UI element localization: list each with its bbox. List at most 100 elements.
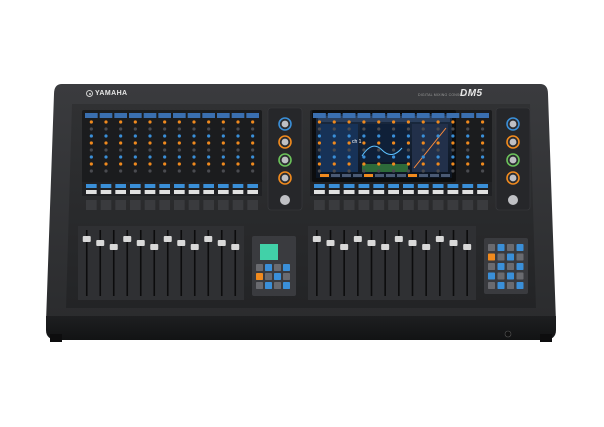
strip-select-button[interactable] (144, 184, 156, 188)
strip-select-button[interactable] (388, 184, 399, 188)
strip-cue-button[interactable] (447, 200, 459, 210)
keypad-key[interactable] (256, 264, 263, 271)
keypad-key[interactable] (507, 263, 514, 270)
keypad-key[interactable] (283, 282, 290, 289)
keypad-key[interactable] (265, 282, 272, 289)
keypad-key[interactable] (516, 282, 524, 289)
strip-cue-button[interactable] (100, 200, 112, 210)
keypad-key[interactable] (497, 244, 505, 251)
keypad-key[interactable] (497, 282, 505, 289)
screen-button[interactable] (397, 174, 406, 177)
strip-on-button[interactable] (174, 190, 185, 194)
strip-cue-button[interactable] (218, 200, 229, 210)
strip-cue-button[interactable] (477, 200, 488, 210)
keypad-key[interactable] (497, 263, 505, 270)
strip-cue-button[interactable] (417, 200, 429, 210)
strip-select-button[interactable] (403, 184, 414, 188)
keypad-key[interactable] (274, 264, 281, 271)
strip-on-button[interactable] (314, 190, 325, 194)
strip-on-button[interactable] (358, 190, 370, 194)
strip-select-button[interactable] (373, 184, 385, 188)
strip-on-button[interactable] (373, 190, 385, 194)
keypad-key[interactable] (488, 272, 495, 280)
encoder-knob[interactable] (506, 117, 520, 131)
encoder-knob[interactable] (508, 195, 518, 205)
strip-select-button[interactable] (159, 184, 170, 188)
strip-select-button[interactable] (247, 184, 258, 188)
keypad-key[interactable] (516, 244, 524, 251)
screen-button[interactable] (419, 174, 428, 177)
strip-select-button[interactable] (447, 184, 459, 188)
strip-select-button[interactable] (203, 184, 214, 188)
strip-select-button[interactable] (86, 184, 97, 188)
strip-select-button[interactable] (218, 184, 229, 188)
strip-select-button[interactable] (232, 184, 244, 188)
keypad-key[interactable] (516, 253, 524, 261)
screen-button[interactable] (375, 174, 384, 177)
strip-cue-button[interactable] (328, 200, 340, 210)
strip-on-button[interactable] (388, 190, 399, 194)
keypad-key[interactable] (497, 253, 505, 261)
strip-cue-button[interactable] (462, 200, 474, 210)
keypad-key[interactable] (265, 264, 272, 271)
strip-on-button[interactable] (247, 190, 258, 194)
strip-cue-button[interactable] (174, 200, 185, 210)
keypad-key[interactable] (283, 273, 290, 280)
strip-cue-button[interactable] (159, 200, 170, 210)
strip-on-button[interactable] (115, 190, 126, 194)
strip-cue-button[interactable] (115, 200, 126, 210)
strip-on-button[interactable] (403, 190, 414, 194)
strip-on-button[interactable] (343, 190, 355, 194)
keypad-key[interactable] (256, 282, 263, 289)
strip-cue-button[interactable] (203, 200, 214, 210)
screen-button[interactable] (331, 174, 340, 177)
strip-select-button[interactable] (343, 184, 355, 188)
strip-select-button[interactable] (115, 184, 126, 188)
strip-select-button[interactable] (477, 184, 488, 188)
strip-on-button[interactable] (447, 190, 459, 194)
keypad-key[interactable] (507, 244, 514, 251)
keypad-key[interactable] (274, 282, 281, 289)
screen-button[interactable] (386, 174, 395, 177)
encoder-knob[interactable] (280, 195, 290, 205)
strip-cue-button[interactable] (373, 200, 385, 210)
strip-on-button[interactable] (477, 190, 488, 194)
encoder-knob[interactable] (506, 171, 520, 185)
screen-button[interactable] (408, 174, 417, 177)
strip-cue-button[interactable] (232, 200, 244, 210)
strip-cue-button[interactable] (247, 200, 258, 210)
strip-on-button[interactable] (432, 190, 444, 194)
encoder-knob[interactable] (506, 153, 520, 167)
keypad-key[interactable] (488, 263, 495, 270)
strip-select-button[interactable] (188, 184, 200, 188)
strip-cue-button[interactable] (314, 200, 325, 210)
strip-cue-button[interactable] (188, 200, 200, 210)
strip-on-button[interactable] (218, 190, 229, 194)
strip-on-button[interactable] (159, 190, 170, 194)
strip-on-button[interactable] (462, 190, 474, 194)
keypad-key[interactable] (507, 272, 514, 280)
keypad-key[interactable] (516, 272, 524, 280)
strip-select-button[interactable] (462, 184, 474, 188)
strip-cue-button[interactable] (358, 200, 370, 210)
strip-select-button[interactable] (314, 184, 325, 188)
strip-cue-button[interactable] (144, 200, 156, 210)
strip-select-button[interactable] (100, 184, 112, 188)
encoder-knob[interactable] (278, 153, 292, 167)
keypad-key[interactable] (283, 264, 290, 271)
keypad-key[interactable] (256, 273, 263, 280)
strip-cue-button[interactable] (432, 200, 444, 210)
strip-on-button[interactable] (188, 190, 200, 194)
keypad-key[interactable] (516, 263, 524, 270)
keypad-key[interactable] (488, 282, 495, 289)
keypad-key[interactable] (507, 253, 514, 261)
strip-select-button[interactable] (174, 184, 185, 188)
encoder-knob[interactable] (278, 117, 292, 131)
strip-select-button[interactable] (432, 184, 444, 188)
strip-on-button[interactable] (130, 190, 141, 194)
screen-button[interactable] (364, 174, 373, 177)
screen-button[interactable] (441, 174, 450, 177)
strip-on-button[interactable] (144, 190, 156, 194)
keypad-key[interactable] (507, 282, 514, 289)
strip-on-button[interactable] (328, 190, 340, 194)
